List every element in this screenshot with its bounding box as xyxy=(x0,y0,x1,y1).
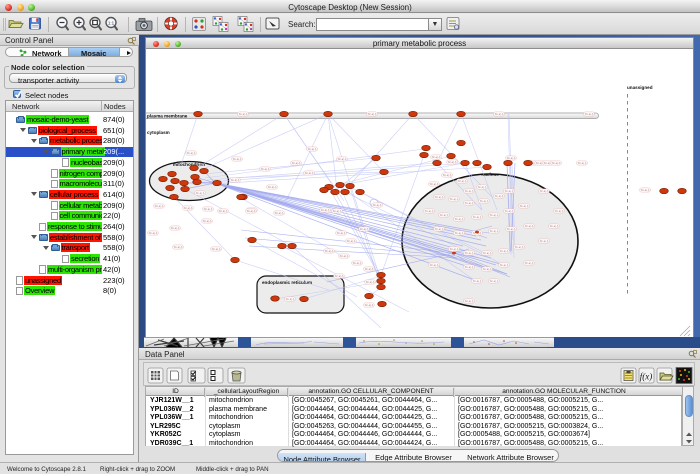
svg-text:Slr-a(-l): Slr-a(-l) xyxy=(333,209,342,213)
svg-text:Slr-a(-l): Slr-a(-l) xyxy=(495,194,504,198)
svg-text:Slr-a(-l): Slr-a(-l) xyxy=(490,279,499,283)
svg-text:Slr-a(-l): Slr-a(-l) xyxy=(465,201,474,205)
svg-text:Slr-a(-l): Slr-a(-l) xyxy=(480,199,489,203)
svg-text:Slr-a(-l): Slr-a(-l) xyxy=(247,209,256,213)
svg-text:Slr-a(-l): Slr-a(-l) xyxy=(555,209,564,213)
svg-text:Slr-a(-l): Slr-a(-l) xyxy=(478,185,487,189)
svg-text:Slr-a(-l): Slr-a(-l) xyxy=(184,206,193,210)
svg-text:Slr-a(-l): Slr-a(-l) xyxy=(268,185,277,189)
svg-text:Slr-a(-l): Slr-a(-l) xyxy=(196,191,205,195)
svg-text:Slr-a(-l): Slr-a(-l) xyxy=(219,209,228,213)
svg-text:Slr-a(-l): Slr-a(-l) xyxy=(500,249,509,253)
svg-text:Slr-a(-l): Slr-a(-l) xyxy=(365,267,374,271)
svg-text:Slr-a(-l): Slr-a(-l) xyxy=(550,224,559,228)
svg-text:Slr-a(-l): Slr-a(-l) xyxy=(507,227,516,231)
svg-text:Slr-a(-l): Slr-a(-l) xyxy=(455,217,464,221)
svg-text:Slr-a(-l): Slr-a(-l) xyxy=(335,274,344,278)
svg-text:Slr-a(-l): Slr-a(-l) xyxy=(337,231,346,235)
svg-text:Slr-a(-l): Slr-a(-l) xyxy=(483,251,492,255)
svg-text:1:1: 1:1 xyxy=(108,21,115,26)
svg-text:Slr-a(-l): Slr-a(-l) xyxy=(507,156,516,160)
svg-text:Slr-a(-l): Slr-a(-l) xyxy=(231,178,240,182)
svg-text:unassigned: unassigned xyxy=(627,85,653,90)
svg-text:Slr-a(-l): Slr-a(-l) xyxy=(171,226,180,230)
svg-text:Slr-a(-l): Slr-a(-l) xyxy=(443,173,452,177)
svg-text:Slr-a(-l): Slr-a(-l) xyxy=(465,299,474,303)
svg-text:Slr-a(-l): Slr-a(-l) xyxy=(338,157,347,161)
svg-text:Slr-a(-l): Slr-a(-l) xyxy=(353,261,362,265)
svg-text:Slr-a(-l): Slr-a(-l) xyxy=(432,155,441,159)
svg-text:Slr-a(-l): Slr-a(-l) xyxy=(495,112,504,116)
svg-text:Slr-a(-l): Slr-a(-l) xyxy=(435,227,444,231)
svg-text:Slr-a(-l): Slr-a(-l) xyxy=(520,204,529,208)
svg-text:Slr-a(-l): Slr-a(-l) xyxy=(430,182,439,186)
svg-text:Slr-a(-l): Slr-a(-l) xyxy=(286,297,295,301)
svg-text:Slr-a(-l): Slr-a(-l) xyxy=(483,267,492,271)
svg-text:Slr-a(-l): Slr-a(-l) xyxy=(448,160,457,164)
svg-text:f(x): f(x) xyxy=(640,372,653,382)
svg-text:Slr-a(-l): Slr-a(-l) xyxy=(233,157,242,161)
svg-text:Slr-a(-l): Slr-a(-l) xyxy=(425,209,434,213)
svg-text:Slr-a(-l): Slr-a(-l) xyxy=(212,247,221,251)
svg-text:Slr-a(-l): Slr-a(-l) xyxy=(440,213,449,217)
svg-text:Slr-a(-l): Slr-a(-l) xyxy=(505,209,514,213)
svg-text:Slr-a(-l): Slr-a(-l) xyxy=(500,263,509,267)
svg-text:Slr-a(-l): Slr-a(-l) xyxy=(465,251,474,255)
svg-text:cytoplasm: cytoplasm xyxy=(147,130,170,135)
svg-text:Slr-a(-l): Slr-a(-l) xyxy=(325,249,334,253)
svg-text:Slr-a(-l): Slr-a(-l) xyxy=(239,112,248,116)
svg-text:Slr-a(-l): Slr-a(-l) xyxy=(465,189,474,193)
svg-text:Slr-a(-l): Slr-a(-l) xyxy=(505,189,514,193)
svg-text:Slr-a(-l): Slr-a(-l) xyxy=(450,197,459,201)
svg-text:Slr-a(-l): Slr-a(-l) xyxy=(366,280,375,284)
svg-text:Slr-a(-l): Slr-a(-l) xyxy=(373,203,382,207)
svg-text:Slr-a(-l): Slr-a(-l) xyxy=(149,231,158,235)
svg-text:Slr-a(-l): Slr-a(-l) xyxy=(490,213,499,217)
svg-text:Slr-a(-l): Slr-a(-l) xyxy=(308,147,317,151)
svg-text:Slr-a(-l): Slr-a(-l) xyxy=(187,151,196,155)
svg-text:plasma membrane: plasma membrane xyxy=(147,114,188,119)
svg-text:Slr-a(-l): Slr-a(-l) xyxy=(525,261,534,265)
svg-text:Slr-a(-l): Slr-a(-l) xyxy=(340,254,349,258)
svg-text:Slr-a(-l): Slr-a(-l) xyxy=(347,239,356,243)
svg-text:Slr-a(-l): Slr-a(-l) xyxy=(540,189,549,193)
svg-text:Slr-a(-l): Slr-a(-l) xyxy=(525,224,534,228)
svg-text:Slr-a(-l): Slr-a(-l) xyxy=(540,239,549,243)
svg-text:Slr-a(-l): Slr-a(-l) xyxy=(204,207,213,211)
svg-text:Slr-a(-l): Slr-a(-l) xyxy=(203,219,212,223)
svg-text:Slr-a(-l): Slr-a(-l) xyxy=(321,208,330,212)
svg-text:Slr-a(-l): Slr-a(-l) xyxy=(174,245,183,249)
svg-text:Slr-a(-l): Slr-a(-l) xyxy=(305,171,314,175)
svg-text:Slr-a(-l): Slr-a(-l) xyxy=(450,247,459,251)
svg-text:Slr-a(-l): Slr-a(-l) xyxy=(458,179,467,183)
svg-text:Slr-a(-l): Slr-a(-l) xyxy=(155,204,164,208)
svg-text:Slr-a(-l): Slr-a(-l) xyxy=(641,188,650,192)
svg-text:Slr-a(-l): Slr-a(-l) xyxy=(292,161,301,165)
svg-text:Slr-a(-l): Slr-a(-l) xyxy=(490,229,499,233)
svg-text:Slr-a(-l): Slr-a(-l) xyxy=(261,167,270,171)
svg-text:Slr-a(-l): Slr-a(-l) xyxy=(578,161,587,165)
svg-text:Slr-a(-l): Slr-a(-l) xyxy=(473,279,482,283)
svg-text:Slr-a(-l): Slr-a(-l) xyxy=(455,231,464,235)
svg-text:Slr-a(-l): Slr-a(-l) xyxy=(473,215,482,219)
svg-text:Slr-a(-l): Slr-a(-l) xyxy=(430,263,439,267)
svg-text:Slr-a(-l): Slr-a(-l) xyxy=(515,245,524,249)
svg-text:Slr-a(-l): Slr-a(-l) xyxy=(365,303,374,307)
svg-text:Slr-a(-l): Slr-a(-l) xyxy=(435,195,444,199)
svg-text:Slr-a(-l): Slr-a(-l) xyxy=(275,211,284,215)
svg-text:Slr-a(-l): Slr-a(-l) xyxy=(585,112,594,116)
svg-text:mitochondrion: mitochondrion xyxy=(173,162,205,167)
svg-text:Slr-a(-l): Slr-a(-l) xyxy=(465,265,474,269)
svg-text:Slr-a(-l): Slr-a(-l) xyxy=(360,227,369,231)
svg-text:Slr-a(-l): Slr-a(-l) xyxy=(552,161,561,165)
svg-text:Slr-a(-l): Slr-a(-l) xyxy=(368,112,377,116)
